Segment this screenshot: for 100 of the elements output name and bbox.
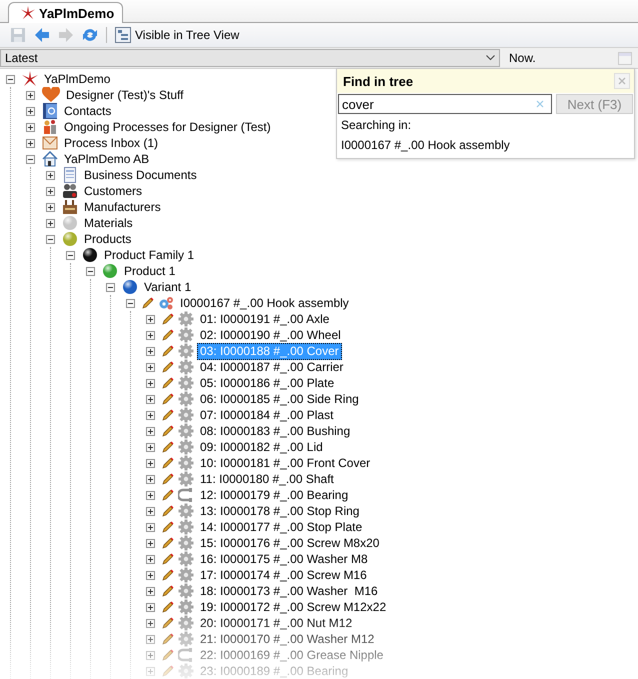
tree-item[interactable]: 05: I0000186 #_.00 Plate — [197, 374, 338, 392]
tree-item[interactable]: 15: I0000176 #_.00 Screw M8x20 — [197, 534, 382, 552]
tree-item[interactable]: Variant 1 — [141, 278, 194, 296]
expand-toggle[interactable] — [146, 394, 155, 404]
pencil-icon — [162, 377, 174, 389]
expand-toggle[interactable] — [46, 186, 55, 196]
gear-icon — [178, 535, 194, 551]
back-arrow-icon — [34, 27, 50, 43]
expand-toggle[interactable] — [146, 346, 155, 356]
factory-icon — [62, 199, 78, 215]
tree-item[interactable]: Contacts — [61, 102, 114, 120]
document-tab[interactable]: YaPlmDemo — [8, 2, 124, 23]
expand-toggle[interactable] — [146, 506, 155, 516]
version-dropdown[interactable]: Latest — [0, 49, 500, 67]
refresh-button[interactable] — [80, 26, 100, 44]
expand-toggle[interactable] — [146, 554, 155, 564]
collapse-toggle[interactable] — [46, 234, 55, 244]
expand-toggle[interactable] — [26, 106, 35, 116]
tree-item[interactable]: 10: I0000181 #_.00 Front Cover — [197, 454, 374, 472]
expand-toggle[interactable] — [26, 122, 35, 132]
pencil-icon — [162, 569, 174, 581]
gear-icon — [178, 615, 194, 631]
expand-toggle[interactable] — [146, 650, 155, 660]
expand-toggle[interactable] — [146, 426, 155, 436]
gear-icon — [178, 583, 194, 599]
tree-item[interactable]: 04: I0000187 #_.00 Carrier — [197, 358, 346, 376]
pencil-icon — [162, 665, 174, 677]
tree-item[interactable]: 20: I0000171 #_.00 Nut M12 — [197, 614, 356, 632]
pencil-icon — [162, 409, 174, 421]
tree-item[interactable]: Manufacturers — [81, 198, 164, 216]
visible-in-tree-view-button[interactable]: Visible in Tree View — [113, 26, 242, 44]
expand-toggle[interactable] — [146, 570, 155, 580]
expand-toggle[interactable] — [146, 618, 155, 628]
address-book-icon — [42, 103, 58, 119]
tree-item[interactable]: YaPlmDemo — [41, 70, 114, 88]
tree-item[interactable]: 08: I0000183 #_.00 Bushing — [197, 422, 354, 440]
gear-icon — [178, 519, 194, 535]
tree-item[interactable]: 21: I0000170 #_.00 Washer M12 — [197, 630, 378, 648]
gear-icon — [178, 423, 194, 439]
expand-toggle[interactable] — [146, 586, 155, 596]
expand-toggle[interactable] — [146, 538, 155, 548]
tree-item[interactable]: 17: I0000174 #_.00 Screw M16 — [197, 566, 370, 584]
tree-item[interactable]: 11: I0000180 #_.00 Shaft — [197, 470, 337, 488]
expand-toggle[interactable] — [46, 218, 55, 228]
expand-toggle[interactable] — [146, 330, 155, 340]
tree-item[interactable]: Product 1 — [121, 262, 178, 280]
tree-item[interactable]: 06: I0000185 #_.00 Side Ring — [197, 390, 362, 408]
collapse-toggle[interactable] — [126, 298, 135, 308]
tree-item[interactable]: Business Documents — [81, 166, 200, 184]
collapse-toggle[interactable] — [26, 154, 35, 164]
tree-item[interactable]: 09: I0000182 #_.00 Lid — [197, 438, 326, 456]
tree-item[interactable]: 16: I0000175 #_.00 Washer M8 — [197, 550, 371, 568]
expand-toggle[interactable] — [146, 490, 155, 500]
collapse-toggle[interactable] — [66, 250, 75, 260]
tree-item[interactable]: 13: I0000178 #_.00 Stop Ring — [197, 502, 362, 520]
tree-item[interactable]: Product Family 1 — [101, 246, 198, 264]
tree-item[interactable]: I0000167 #_.00 Hook assembly — [177, 294, 352, 312]
tree-item[interactable]: 14: I0000177 #_.00 Stop Plate — [197, 518, 366, 536]
close-icon — [618, 77, 626, 85]
pencil-icon — [162, 505, 174, 517]
expand-toggle[interactable] — [26, 90, 35, 100]
expand-toggle[interactable] — [146, 314, 155, 324]
expand-toggle[interactable] — [146, 410, 155, 420]
tree-item[interactable]: 02: I0000190 #_.00 Wheel — [197, 326, 344, 344]
gear-icon — [178, 663, 194, 679]
tree-item[interactable]: Customers — [81, 182, 146, 200]
expand-toggle[interactable] — [146, 634, 155, 644]
tree-item[interactable]: Designer (Test)'s Stuff — [63, 86, 186, 104]
expand-toggle[interactable] — [26, 138, 35, 148]
tree-item[interactable]: Ongoing Processes for Designer (Test) — [61, 118, 274, 136]
tree-item[interactable]: 07: I0000184 #_.00 Plast — [197, 406, 336, 424]
gear-icon — [178, 471, 194, 487]
collapse-toggle[interactable] — [86, 266, 95, 276]
tree-item[interactable]: 01: I0000191 #_.00 Axle — [197, 310, 332, 328]
expand-toggle[interactable] — [146, 522, 155, 532]
expand-toggle[interactable] — [46, 202, 55, 212]
tree-item[interactable]: 19: I0000172 #_.00 Screw M12x22 — [197, 598, 390, 616]
tree-item[interactable]: Materials — [81, 214, 136, 232]
search-field[interactable]: cover — [338, 94, 552, 114]
expand-toggle[interactable] — [146, 602, 155, 612]
expand-toggle[interactable] — [146, 666, 155, 676]
pencil-icon — [162, 521, 174, 533]
expand-toggle[interactable] — [146, 442, 155, 452]
gear-icon — [178, 311, 194, 327]
collapse-toggle[interactable] — [106, 282, 115, 292]
tree-item[interactable]: 18: I0000173 #_.00 Washer M16 — [197, 582, 381, 600]
expand-toggle[interactable] — [146, 362, 155, 372]
tree-item[interactable]: 22: I0000169 #_.00 Grease Nipple — [197, 646, 386, 664]
tab-title: YaPlmDemo — [39, 6, 114, 20]
clamp-icon — [178, 487, 194, 503]
tree-item[interactable]: Process Inbox (1) — [61, 134, 162, 152]
expand-toggle[interactable] — [146, 378, 155, 388]
expand-toggle[interactable] — [146, 458, 155, 468]
tree-item[interactable]: 12: I0000179 #_.00 Bearing — [197, 486, 352, 504]
forward-arrow-icon — [58, 27, 74, 43]
tree-item[interactable]: Products — [81, 230, 134, 248]
expand-toggle[interactable] — [146, 474, 155, 484]
collapse-toggle[interactable] — [6, 74, 15, 84]
tree-item[interactable]: YaPlmDemo AB — [61, 150, 152, 168]
expand-toggle[interactable] — [46, 170, 55, 180]
